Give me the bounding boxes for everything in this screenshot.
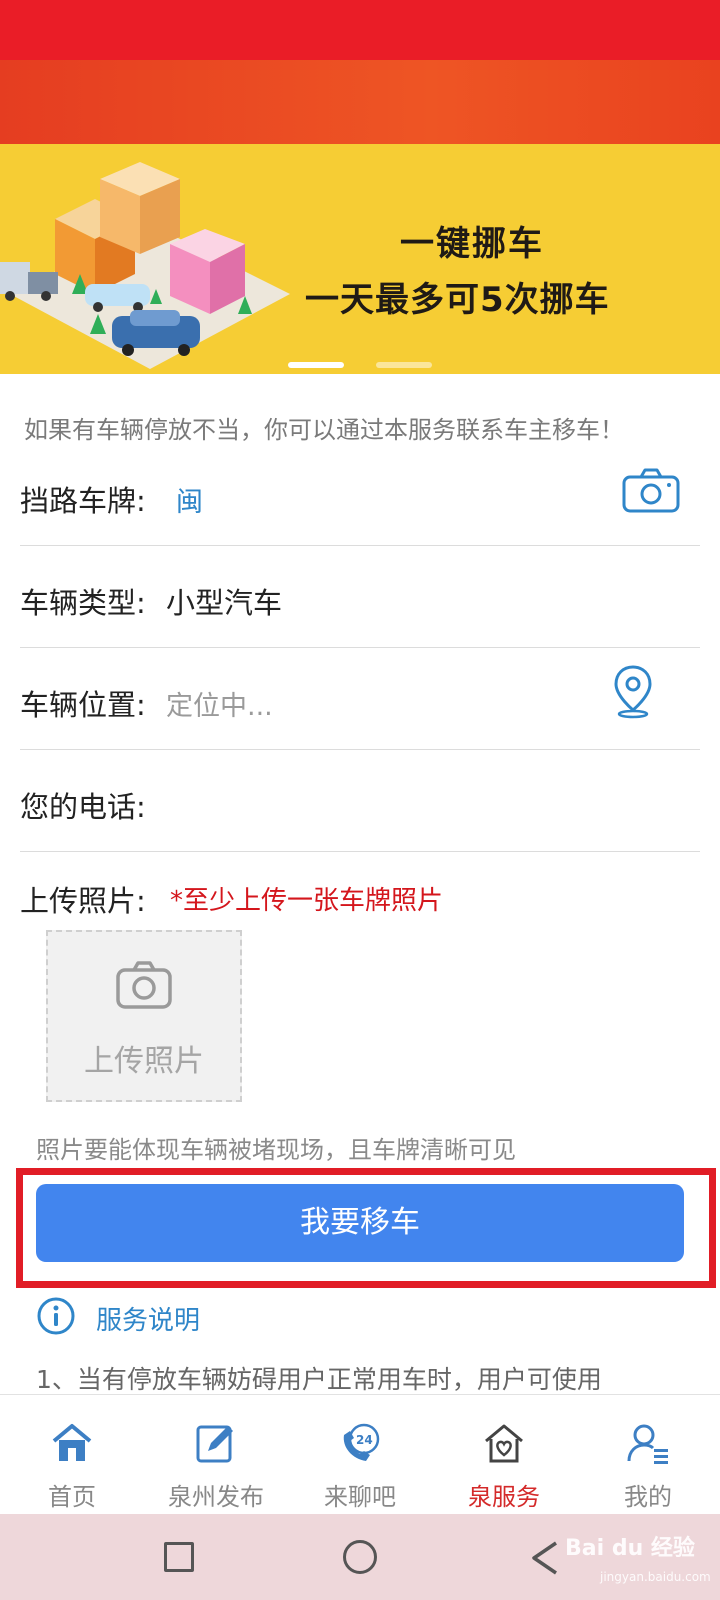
vehicle-type-row[interactable]: 车辆类型: 小型汽车 (20, 548, 700, 648)
tab-quan-service[interactable]: 泉服务 (432, 1395, 576, 1515)
tab-label: 我的 (624, 1483, 672, 1511)
tab-chat[interactable]: 24 来聊吧 (288, 1395, 432, 1515)
tab-label: 来聊吧 (324, 1483, 396, 1511)
map-pin-icon[interactable] (612, 664, 654, 724)
photo-note: 照片要能体现车辆被堵现场，且车牌清晰可见 (36, 1136, 516, 1164)
recent-apps-button[interactable] (164, 1542, 194, 1572)
tab-mine[interactable]: 我的 (576, 1395, 720, 1515)
plate-input[interactable]: 闽 (176, 480, 203, 519)
banner-subheadline: 一天最多可5次挪车 (305, 280, 610, 320)
carousel-dot-active[interactable] (288, 362, 344, 368)
upload-photo-label: 上传照片 (84, 1044, 204, 1079)
camera-icon (116, 961, 172, 1009)
vehicle-type-label: 车辆类型: (20, 586, 146, 620)
baidu-watermark-url: jingyan.baidu.com (600, 1570, 711, 1584)
upload-label: 上传照片: (20, 884, 146, 918)
plate-row[interactable]: 挡路车牌: 闽 (20, 446, 700, 546)
home-button[interactable] (343, 1540, 377, 1574)
location-input[interactable]: 定位中... (166, 684, 273, 723)
upload-requirement: *至少上传一张车牌照片 (170, 886, 444, 916)
service-intro: 如果有车辆停放不当，你可以通过本服务联系车主移车！ (24, 416, 624, 444)
camera-icon[interactable] (622, 468, 680, 518)
app-header (0, 60, 720, 144)
edit-icon (194, 1421, 238, 1469)
tab-quanzhou-release[interactable]: 泉州发布 (144, 1395, 288, 1515)
tab-label: 泉州发布 (168, 1483, 264, 1511)
baidu-watermark: Bai du 经验 (565, 1536, 695, 1561)
phone-row[interactable]: 您的电话: (20, 752, 700, 852)
heart-house-icon (482, 1421, 526, 1469)
location-row[interactable]: 车辆位置: 定位中... (20, 650, 700, 750)
carousel-indicator (0, 362, 720, 370)
upload-photo-button[interactable]: 上传照片 (46, 930, 242, 1102)
phone-24-icon: 24 (338, 1421, 382, 1469)
tab-label: 首页 (48, 1483, 96, 1511)
promo-banner[interactable]: 一键挪车 一天最多可5次挪车 (0, 144, 720, 374)
status-bar (0, 0, 720, 60)
phone-label: 您的电话: (20, 790, 146, 824)
banner-headline: 一键挪车 (400, 224, 544, 264)
user-icon (626, 1421, 670, 1469)
service-description-title[interactable]: 服务说明 (96, 1300, 200, 1337)
tab-home[interactable]: 首页 (0, 1395, 144, 1515)
back-button[interactable] (530, 1540, 560, 1580)
home-icon (50, 1421, 94, 1469)
plate-label: 挡路车牌: (20, 484, 146, 518)
vehicle-type-select[interactable]: 小型汽车 (166, 580, 282, 622)
parking-illustration (0, 162, 290, 369)
carousel-dot[interactable] (376, 362, 432, 368)
info-icon (36, 1296, 76, 1340)
location-label: 车辆位置: (20, 688, 146, 722)
bottom-tab-bar: 首页 泉州发布 24 来聊吧 泉服务 我的 (0, 1394, 720, 1514)
tab-label: 泉服务 (468, 1483, 540, 1511)
submit-move-car-button[interactable]: 我要移车 (36, 1184, 684, 1262)
service-description-text: 1、当有停放车辆妨碍用户正常用车时，用户可使用 (36, 1365, 602, 1394)
svg-text:24: 24 (356, 1433, 373, 1447)
